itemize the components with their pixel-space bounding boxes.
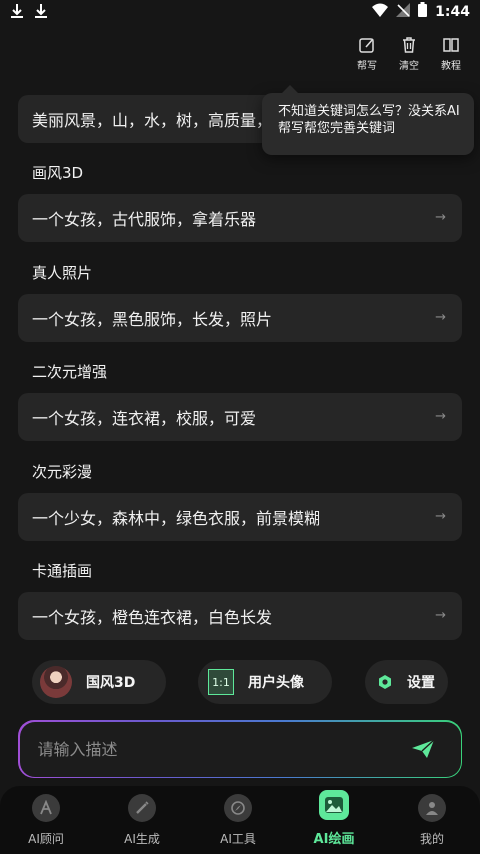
tab-ai-paint[interactable]: AI绘画 (294, 790, 374, 847)
top-toolbar: 帮写 清空 教程 (354, 36, 464, 72)
ai-generate-icon (128, 794, 156, 822)
status-bar: 1:44 (0, 0, 480, 24)
trash-icon (403, 37, 415, 53)
tutorial-label: 教程 (441, 61, 461, 72)
tab-label: AI生成 (124, 832, 160, 846)
tab-profile[interactable]: 我的 (392, 794, 472, 847)
settings-chip[interactable]: 设置 (365, 660, 448, 704)
tab-label: 我的 (419, 832, 444, 846)
style-title: 二次元增强 (32, 363, 108, 381)
download-icon (10, 3, 24, 23)
tab-ai-advisor[interactable]: AI顾问 (6, 794, 86, 847)
prompt-input[interactable] (35, 738, 403, 760)
ai-tools-icon (224, 794, 252, 822)
ratio-selector-chip[interactable]: 1:1 用户头像 (198, 660, 332, 704)
arrow-right-icon: → (435, 310, 446, 325)
help-tooltip-text: 不知道关键词怎么写？没关系AI帮写帮您完善关键词 (278, 104, 460, 136)
wifi-icon (372, 3, 389, 21)
write-button[interactable]: 帮写 (354, 36, 380, 72)
bottom-tab-bar: AI顾问 AI生成 AI工具 AI绘画 我的 (0, 786, 480, 854)
tab-label: AI顾问 (28, 832, 64, 846)
arrow-right-icon: → (435, 608, 446, 623)
ai-advisor-icon (32, 794, 60, 822)
prompt-input-box (18, 720, 462, 778)
write-label: 帮写 (357, 61, 377, 72)
ai-paint-icon (319, 790, 349, 820)
help-tooltip: 不知道关键词怎么写？没关系AI帮写帮您完善关键词 (262, 85, 474, 155)
clear-label: 清空 (399, 61, 419, 72)
profile-icon (418, 794, 446, 822)
current-prompt-text: 美丽风景，山，水，树，高质量， (32, 111, 273, 130)
style-example-card[interactable]: 一个女孩，黑色服饰，长发，照片 → (18, 294, 462, 342)
arrow-right-icon: → (435, 210, 446, 225)
style-example-card[interactable]: 一个女孩，连衣裙，校服，可爱 → (18, 393, 462, 441)
style-title: 次元彩漫 (32, 463, 93, 481)
style-title: 画风3D (32, 164, 84, 182)
style-chip-label: 国风3D (86, 675, 136, 691)
send-button[interactable] (411, 739, 435, 759)
aspect-ratio-icon: 1:1 (208, 669, 234, 695)
tab-ai-tools[interactable]: AI工具 (198, 794, 278, 847)
tutorial-button[interactable]: 教程 (438, 36, 464, 72)
style-avatar (40, 666, 72, 698)
style-example-card[interactable]: 一个女孩，橙色连衣裙，白色长发 → (18, 592, 462, 640)
clear-button[interactable]: 清空 (396, 36, 422, 72)
style-example-card[interactable]: 一个女孩，古代服饰，拿着乐器 → (18, 194, 462, 242)
download-icon (34, 3, 48, 23)
clock: 1:44 (435, 3, 470, 20)
tab-label: AI工具 (220, 832, 256, 846)
style-example-text: 一个女孩，古代服饰，拿着乐器 (32, 210, 257, 229)
style-example-text: 一个女孩，黑色服饰，长发，照片 (32, 310, 273, 329)
edit-icon (359, 38, 374, 53)
style-example-text: 一个少女，森林中，绿色衣服，前景模糊 (32, 509, 321, 528)
style-example-text: 一个女孩，连衣裙，校服，可爱 (32, 409, 257, 428)
style-example-text: 一个女孩，橙色连衣裙，白色长发 (32, 608, 273, 627)
book-icon (443, 38, 459, 52)
tab-label: AI绘画 (313, 832, 355, 847)
style-example-card[interactable]: 一个少女，森林中，绿色衣服，前景模糊 → (18, 493, 462, 541)
no-signal-icon (396, 2, 411, 21)
arrow-right-icon: → (435, 509, 446, 524)
style-title: 真人照片 (32, 264, 93, 282)
ratio-chip-label: 用户头像 (248, 675, 304, 691)
style-title: 卡通插画 (32, 562, 93, 580)
tab-ai-generate[interactable]: AI生成 (102, 794, 182, 847)
style-selector-chip[interactable]: 国风3D (32, 660, 166, 704)
send-icon (411, 739, 434, 758)
battery-icon (418, 2, 428, 21)
settings-chip-label: 设置 (407, 675, 435, 691)
settings-icon (377, 674, 393, 690)
arrow-right-icon: → (435, 409, 446, 424)
